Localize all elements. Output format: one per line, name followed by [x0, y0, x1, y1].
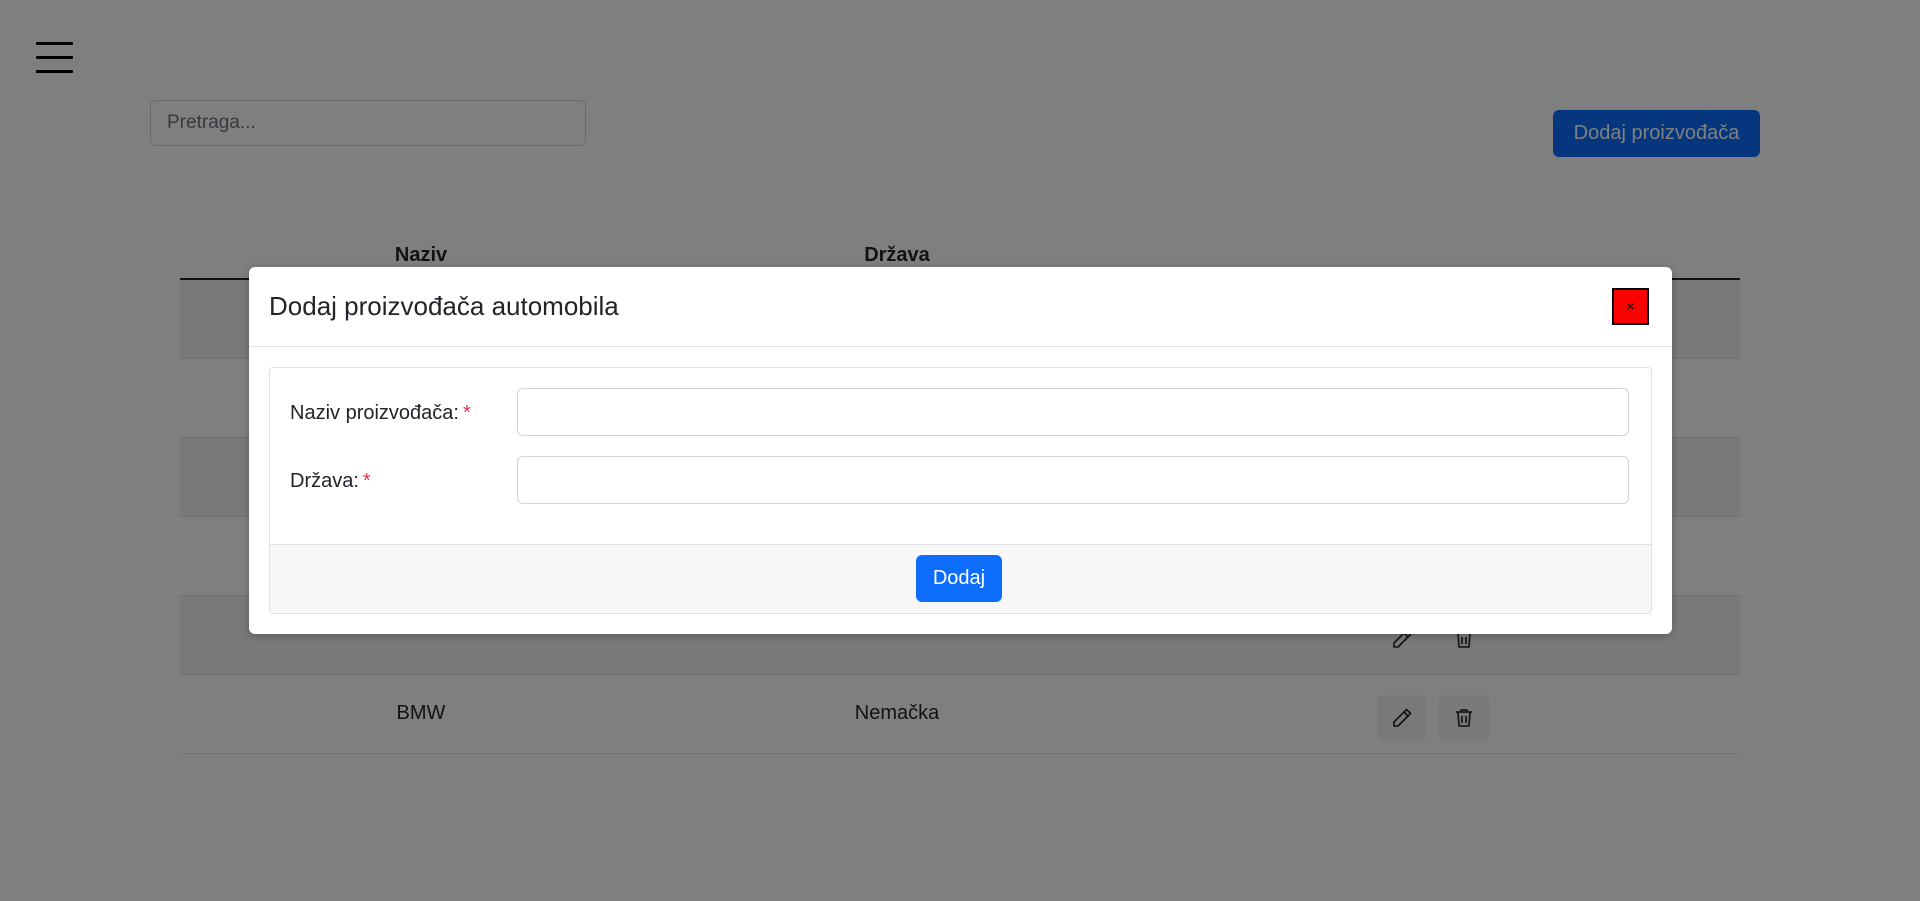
close-button[interactable]: × [1612, 288, 1649, 325]
required-marker: * [462, 402, 471, 424]
submit-button[interactable]: Dodaj [916, 555, 1002, 602]
modal-header: Dodaj proizvođača automobila × [249, 267, 1672, 347]
country-label: Država: * [290, 470, 371, 493]
manufacturer-name-input[interactable] [517, 388, 1629, 436]
add-manufacturer-modal: Dodaj proizvođača automobila × Naziv pro… [249, 267, 1672, 634]
manufacturer-name-label-text: Naziv proizvođača: [290, 402, 459, 424]
country-label-text: Država: [290, 470, 359, 492]
manufacturer-form: Naziv proizvođača: * Država: * Dodaj [269, 367, 1652, 614]
manufacturer-name-label: Naziv proizvođača: * [290, 402, 471, 425]
modal-title: Dodaj proizvođača automobila [269, 291, 619, 321]
required-marker: * [362, 470, 371, 492]
country-input[interactable] [517, 456, 1629, 504]
form-footer: Dodaj [270, 544, 1651, 613]
